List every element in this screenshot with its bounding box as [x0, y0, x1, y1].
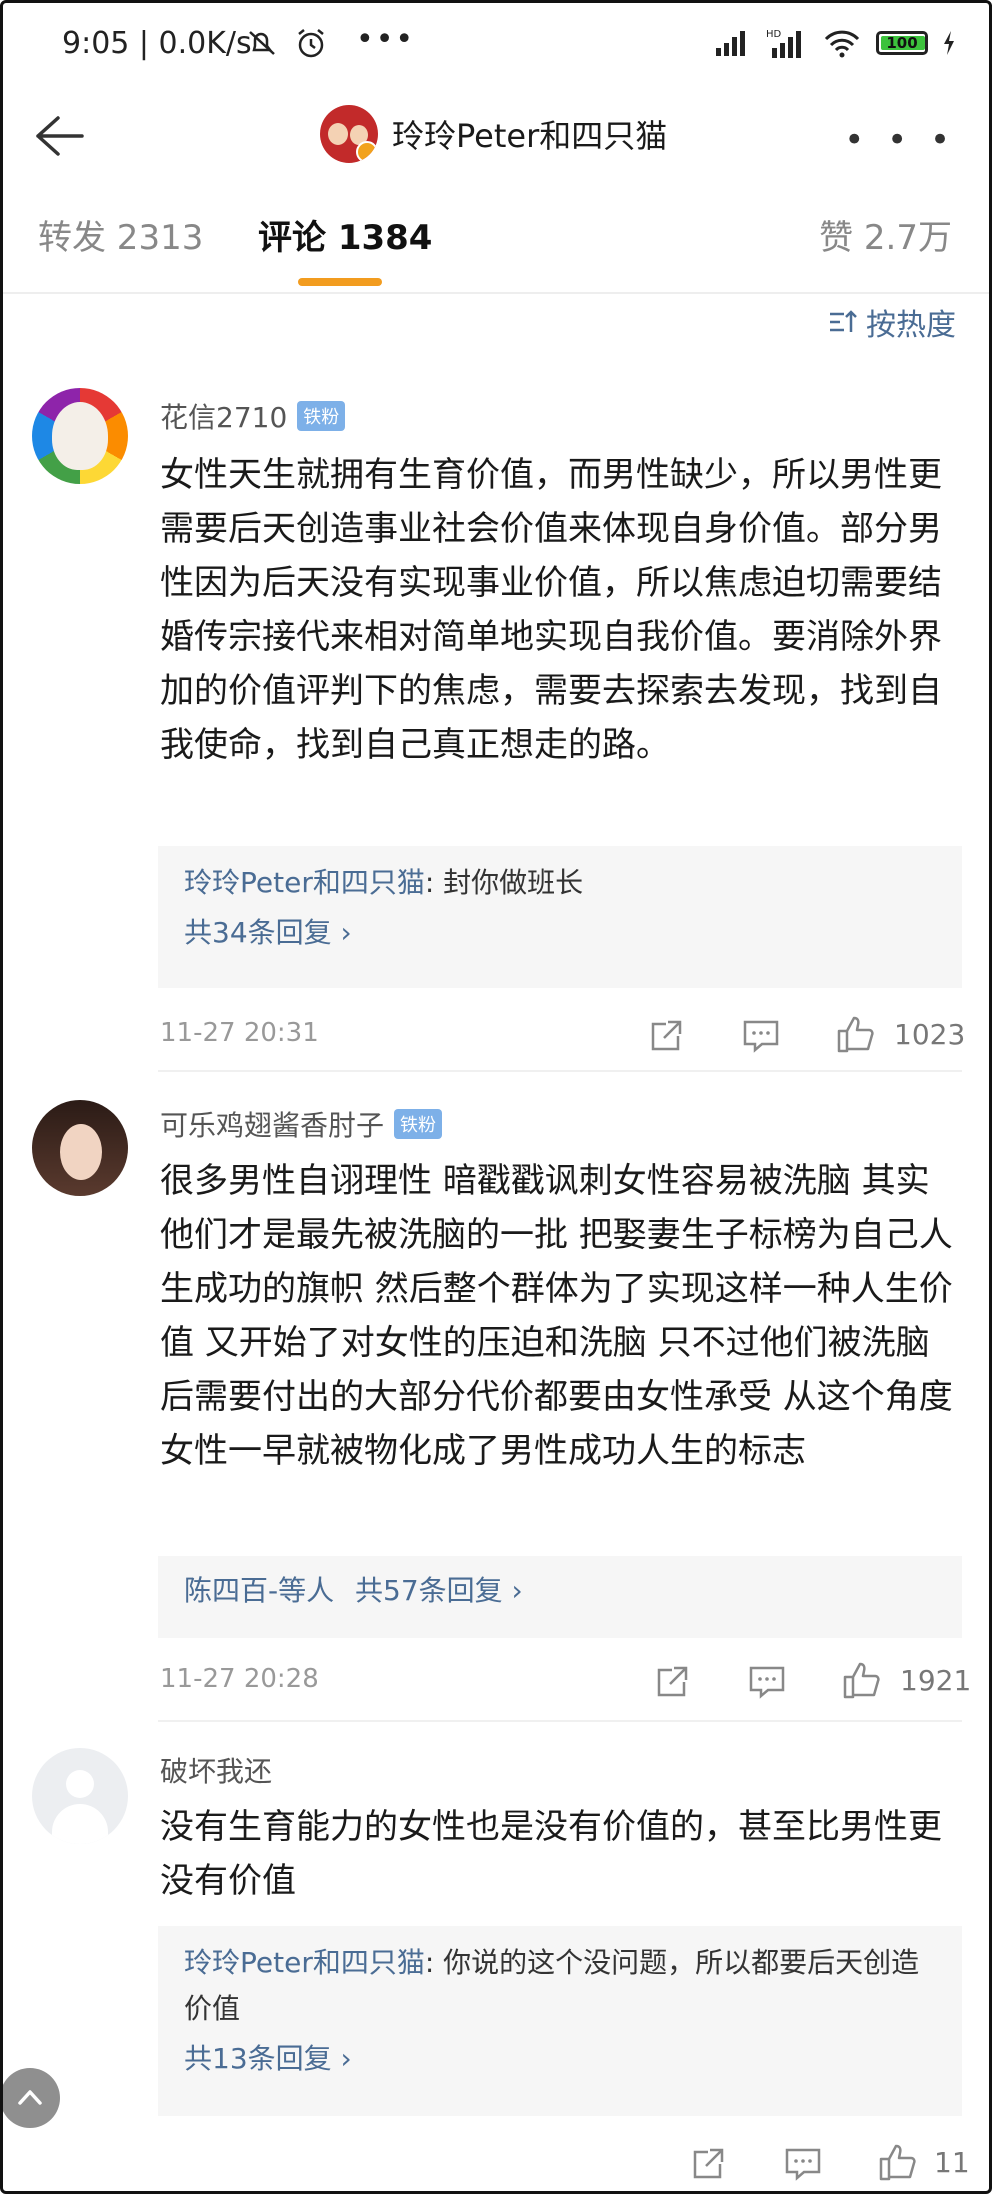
like-icon[interactable] — [836, 1014, 876, 1054]
like-icon[interactable] — [842, 1660, 882, 1700]
comment-time: 11-27 20:31 — [160, 1018, 319, 1048]
comment-username[interactable]: 破坏我还 — [160, 1750, 272, 1790]
fan-badge: 铁粉 — [394, 1109, 443, 1139]
tab-likes[interactable]: 赞 2.7万 — [819, 210, 952, 259]
reply-author[interactable]: 陈四百-等人 — [184, 1574, 334, 1607]
alarm-icon — [298, 29, 324, 58]
chevron-up-icon — [18, 2090, 42, 2105]
sort-label: 按热度 — [866, 308, 956, 343]
avatar[interactable] — [32, 1100, 128, 1196]
charging-icon — [944, 31, 954, 55]
nav-title-group[interactable]: 玲玲Peter和四只猫 — [320, 102, 667, 166]
status-time: 9:05 | 0.0K/s — [62, 26, 252, 61]
scroll-top-button[interactable] — [0, 2068, 60, 2128]
tab-bar: 转发 2313 评论 1384 赞 2.7万 — [0, 180, 992, 294]
fan-badge: 铁粉 — [297, 401, 346, 431]
reply-author[interactable]: 玲玲Peter和四只猫 — [184, 866, 425, 899]
signal-icon — [716, 31, 745, 56]
nav-avatar — [320, 105, 378, 163]
avatar[interactable] — [32, 388, 128, 484]
status-bar: 9:05 | 0.0K/s ••• HD 100 — [0, 0, 992, 92]
wifi-icon — [824, 30, 860, 58]
back-arrow-icon[interactable] — [26, 106, 88, 166]
comment-icon[interactable] — [742, 1018, 780, 1054]
sort-icon — [830, 310, 857, 332]
reply-line: 玲玲Peter和四只猫: 你说的这个没问题，所以都要后天创造价值 — [184, 1940, 936, 2032]
more-icon[interactable]: • • • — [844, 120, 956, 160]
svg-text:HD: HD — [766, 29, 782, 40]
reply-preview[interactable]: 玲玲Peter和四只猫: 你说的这个没问题，所以都要后天创造价值 共13条回复 … — [158, 1926, 962, 2116]
comment-text: 没有生育能力的女性也是没有价值的，甚至比男性更没有价值 — [160, 1807, 942, 1901]
mute-icon — [249, 31, 275, 55]
status-more: ••• — [356, 22, 416, 57]
battery-icon: 100 — [876, 31, 928, 55]
reply-author[interactable]: 玲玲Peter和四只猫 — [184, 1946, 425, 1979]
share-icon[interactable] — [654, 1664, 690, 1700]
comment-time: 11-27 20:28 — [160, 1664, 319, 1694]
reply-line: 陈四百-等人 共57条回复 › — [184, 1568, 936, 1614]
like-count: 1921 — [900, 1664, 972, 1697]
reply-count-link[interactable]: 共13条回复 › — [184, 2032, 936, 2086]
reply-line: 玲玲Peter和四只猫: 封你做班长 — [184, 860, 936, 906]
comment-icon[interactable] — [748, 1664, 786, 1700]
divider — [158, 1070, 962, 1072]
comment-username[interactable]: 花信2710 — [160, 396, 287, 436]
reply-count-link[interactable]: 共34条回复 › — [184, 906, 936, 960]
reply-preview[interactable]: 玲玲Peter和四只猫: 封你做班长 共34条回复 › — [158, 846, 962, 988]
reply-text: : 封你做班长 — [424, 866, 584, 899]
share-icon[interactable] — [690, 2146, 726, 2182]
tab-repost[interactable]: 转发 2313 — [38, 210, 203, 259]
comment-username[interactable]: 可乐鸡翅酱香肘子 — [160, 1104, 384, 1144]
divider — [158, 1720, 962, 1722]
hd-signal-icon: HD — [766, 29, 801, 58]
share-icon[interactable] — [648, 1018, 684, 1054]
avatar[interactable] — [32, 1748, 128, 1844]
like-count: 1023 — [894, 1018, 966, 1051]
comment-text: 女性天生就拥有生育价值，而男性缺少，所以男性更需要后天创造事业社会价值来体现自身… — [160, 455, 942, 765]
reply-preview[interactable]: 陈四百-等人 共57条回复 › — [158, 1556, 962, 1638]
nav-bar: 玲玲Peter和四只猫 • • • — [0, 92, 992, 180]
like-count: 11 — [934, 2146, 970, 2179]
tab-comments[interactable]: 评论 1384 — [258, 210, 432, 259]
comment-text: 很多男性自诩理性 暗戳戳讽刺女性容易被洗脑 其实他们才是最先被洗脑的一批 把娶妻… — [160, 1161, 953, 1471]
comment-icon[interactable] — [784, 2146, 822, 2182]
tab-active-indicator — [298, 278, 382, 286]
battery-level: 100 — [886, 34, 918, 52]
like-icon[interactable] — [878, 2142, 918, 2182]
page-title: 玲玲Peter和四只猫 — [392, 117, 668, 155]
verified-icon — [356, 141, 378, 163]
sort-button[interactable]: 按热度 — [828, 300, 956, 344]
reply-count-link[interactable]: 共57条回复 › — [355, 1574, 523, 1607]
